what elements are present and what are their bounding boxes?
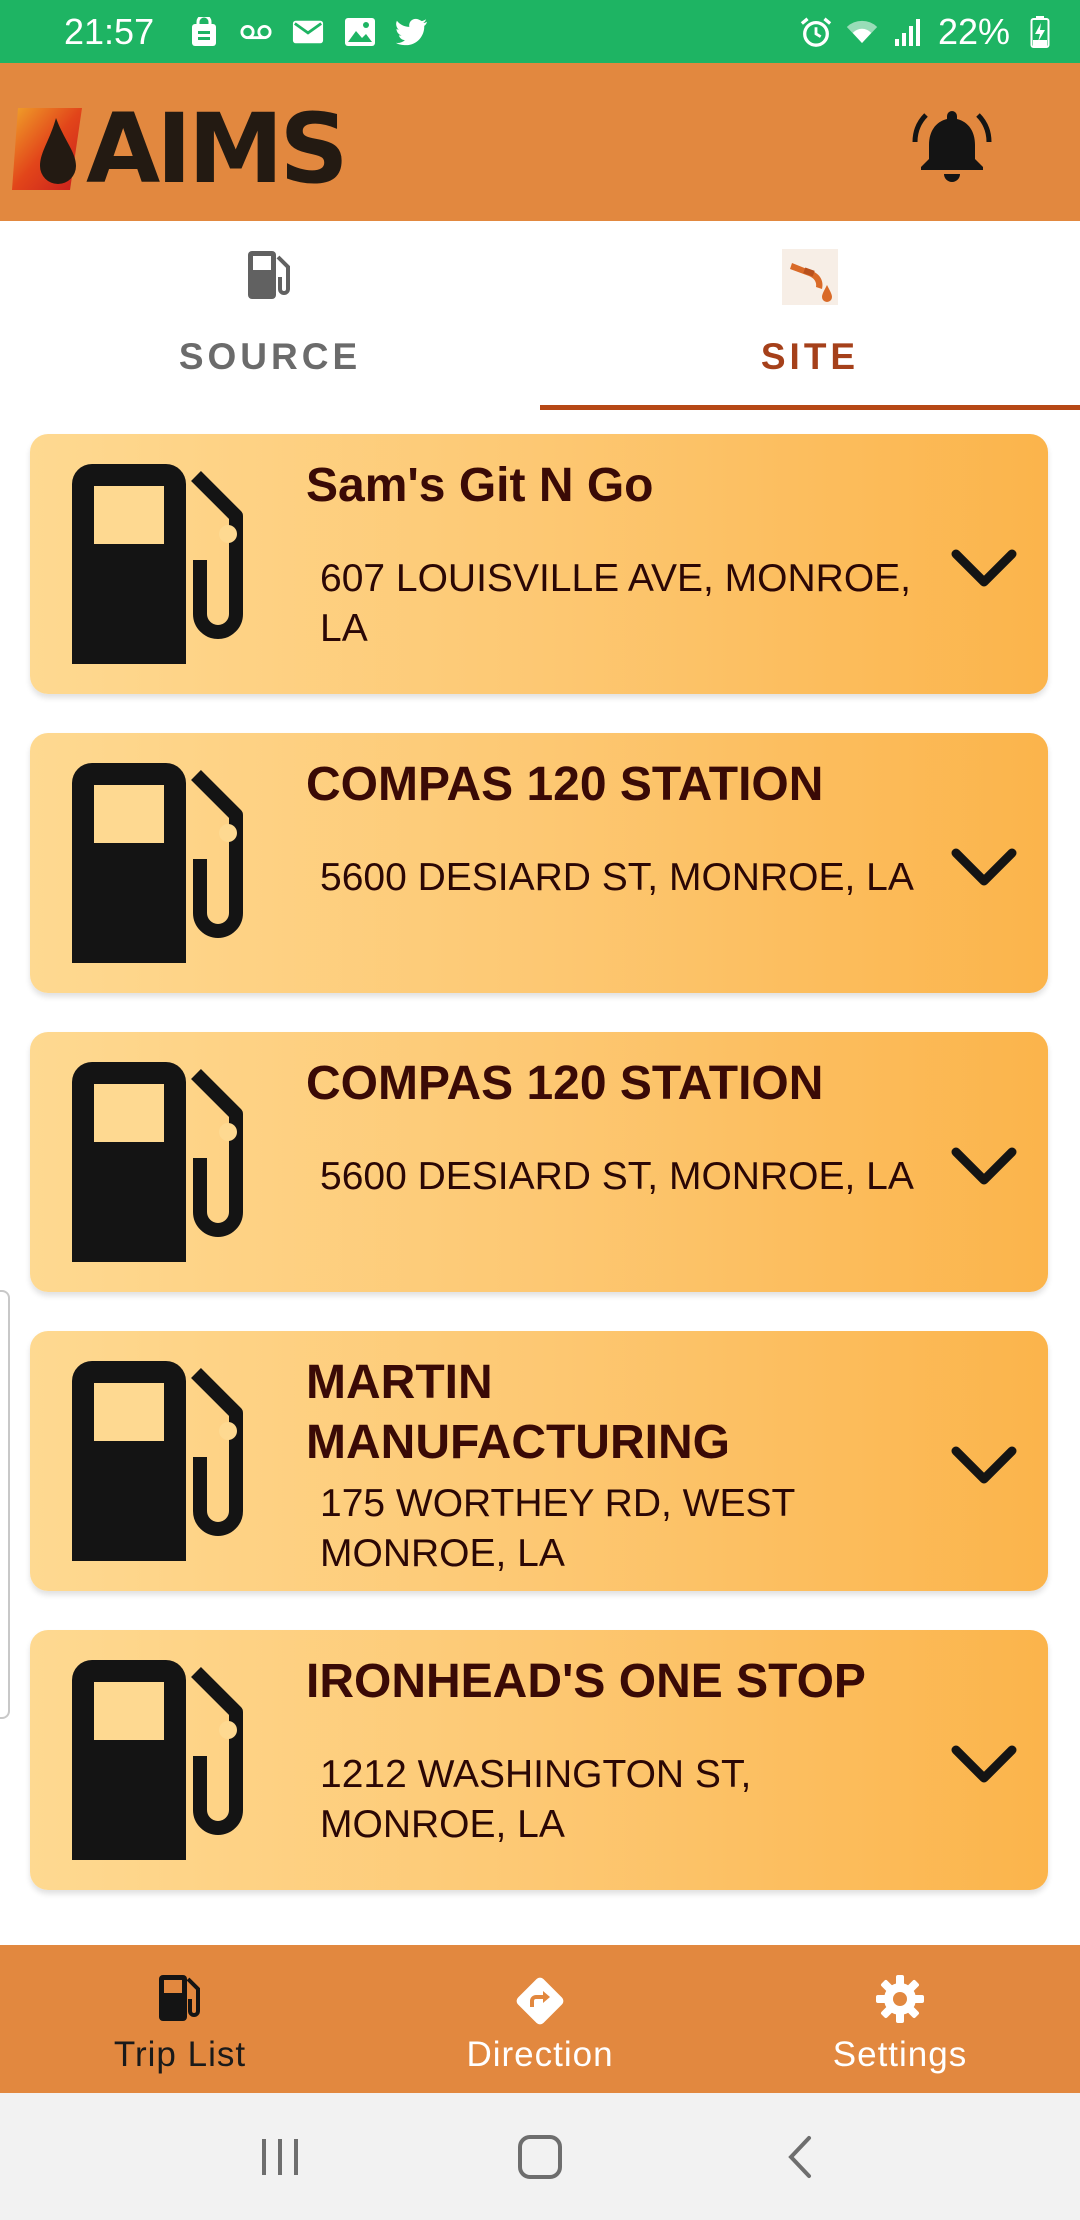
site-name: MARTIN MANUFACTURING [306,1356,730,1469]
recents-button[interactable] [240,2117,320,2197]
mail-icon [292,16,324,48]
site-address: 5600 DESIARD ST, MONROE, LA [320,1155,914,1198]
status-bar: 21:57 22% [0,0,1080,63]
chevron-down-icon[interactable] [948,544,1020,594]
fuel-pump-icon [0,1973,360,2023]
gear-icon [720,1973,1080,2025]
recents-icon [262,2138,298,2175]
tab-source[interactable]: SOURCE [0,221,540,410]
site-card[interactable]: COMPAS 120 STATION 5600 DESIARD ST, MONR… [30,733,1048,993]
tab-source-label: SOURCE [178,336,362,377]
system-nav-bar [0,2093,1080,2220]
status-time: 21:57 [64,10,155,52]
chevron-down-icon[interactable] [948,1441,1020,1491]
nav-direction[interactable]: Direction [360,1945,720,2093]
fuel-pump-icon [0,249,540,301]
battery-percent: 22% [937,10,1010,52]
signal-icon [892,16,924,48]
bottom-nav: Trip List Direction Settings [0,1945,1080,2093]
back-button[interactable] [760,2117,840,2197]
nav-settings-label: Settings [832,2035,968,2074]
home-button[interactable] [500,2117,580,2197]
site-card[interactable]: Sam's Git N Go 607 LOUISVILLE AVE, MONRO… [30,434,1048,694]
fuel-pump-icon [72,763,243,963]
twitter-icon [396,16,428,48]
tab-bar: SOURCE SITE [0,221,1080,410]
chevron-down-icon[interactable] [948,843,1020,893]
site-address: 607 LOUISVILLE AVE, MONROE, LA [320,557,912,650]
site-address: 1212 WASHINGTON ST, MONROE, LA [320,1753,752,1846]
nav-settings[interactable]: Settings [720,1945,1080,2093]
wifi-icon [846,16,878,48]
shopping-bag-icon [188,16,220,48]
site-list: Sam's Git N Go 607 LOUISVILLE AVE, MONRO… [0,410,1080,1945]
nav-trip-list-label: Trip List [113,2035,247,2074]
alarm-icon [800,16,832,48]
system-icons: 22% [800,11,1056,53]
nav-direction-label: Direction [466,2035,614,2074]
home-icon [518,2134,562,2179]
site-name: IRONHEAD'S ONE STOP [306,1655,866,1708]
edge-panel-handle[interactable] [0,1290,10,1719]
voicemail-icon [240,16,272,48]
site-name: COMPAS 120 STATION [306,1057,824,1110]
site-card[interactable]: MARTIN MANUFACTURING 175 WORTHEY RD, WES… [30,1331,1048,1591]
bell-icon[interactable] [912,105,992,185]
fuel-nozzle-icon [540,249,1080,305]
site-name: COMPAS 120 STATION [306,758,824,811]
fuel-pump-icon [72,1660,243,1860]
site-address: 5600 DESIARD ST, MONROE, LA [320,856,914,899]
tab-site-label: SITE [760,336,860,377]
fuel-pump-icon [72,1062,243,1262]
chevron-down-icon[interactable] [948,1740,1020,1790]
aims-logo: AIMS [12,93,349,205]
site-address: 175 WORTHEY RD, WEST MONROE, LA [320,1482,795,1575]
fuel-pump-icon [72,1361,243,1561]
site-card[interactable]: COMPAS 120 STATION 5600 DESIARD ST, MONR… [30,1032,1048,1292]
back-icon [788,2135,811,2178]
tab-site[interactable]: SITE [540,221,1080,410]
chevron-down-icon[interactable] [948,1142,1020,1192]
battery-charging-icon [1024,15,1056,48]
nav-trip-list[interactable]: Trip List [0,1945,360,2093]
site-name: Sam's Git N Go [306,459,654,512]
direction-icon [360,1973,720,2029]
fuel-pump-icon [72,464,243,664]
logo-text: AIMS [86,93,349,205]
image-icon [344,16,376,48]
app-bar: AIMS [0,63,1080,221]
notification-icons [188,16,428,48]
site-card[interactable]: IRONHEAD'S ONE STOP 1212 WASHINGTON ST, … [30,1630,1048,1890]
logo-drop-icon [12,108,82,190]
